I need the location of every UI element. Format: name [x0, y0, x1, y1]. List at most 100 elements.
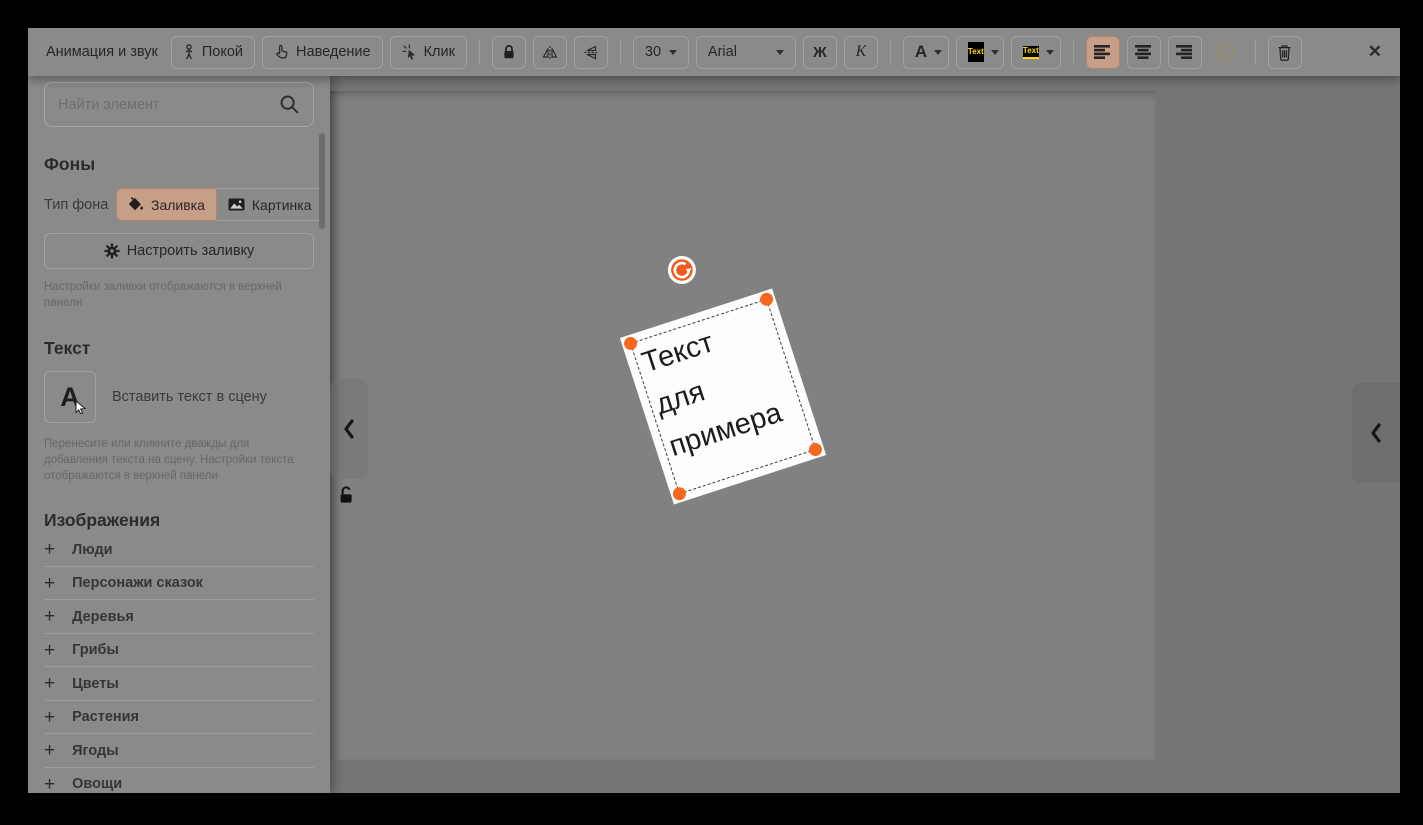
toolbar-separator [1255, 39, 1256, 65]
sidebar-scrollbar[interactable] [319, 133, 325, 229]
font-family-value: Arial [708, 44, 737, 60]
category-vegetables[interactable]: + Овощи [44, 768, 314, 793]
click-cursor-icon [402, 44, 417, 60]
plus-icon: + [44, 708, 55, 727]
text-color-button[interactable]: A [903, 36, 949, 69]
plus-icon: + [44, 574, 55, 593]
hand-pointer-icon [274, 44, 289, 60]
category-mushrooms[interactable]: + Грибы [44, 634, 314, 668]
background-type-row: Тип фона Заливка [44, 188, 314, 221]
bold-button[interactable]: Ж [803, 36, 837, 69]
image-categories-list: + Люди + Персонажи сказок + Деревья + Гр… [44, 533, 314, 793]
background-type-label: Тип фона [44, 197, 116, 213]
category-berries[interactable]: + Ягоды [44, 734, 314, 768]
resize-handle-top-left[interactable] [622, 335, 638, 351]
state-hover-button[interactable]: Наведение [262, 36, 383, 69]
chevron-down-icon [991, 50, 999, 55]
gear-icon [104, 243, 120, 259]
flip-horizontal-icon [542, 45, 558, 60]
state-rest-label: Покой [202, 44, 243, 60]
plus-icon: + [44, 674, 55, 693]
close-editor-button[interactable]: ✕ [1368, 42, 1382, 62]
smiley-icon [1215, 42, 1236, 63]
search-icon [279, 94, 300, 115]
state-click-label: Клик [424, 44, 455, 60]
image-type-label: Картинка [252, 197, 312, 213]
chevron-down-icon [1046, 50, 1054, 55]
images-heading: Изображения [44, 510, 314, 531]
background-type-segmented: Заливка Картинка [116, 188, 324, 221]
text-note: Перенесите или кликните дважды для добав… [44, 436, 314, 484]
unlock-icon[interactable] [338, 485, 355, 504]
insert-text-button[interactable]: A [44, 371, 96, 423]
state-click-button[interactable]: Клик [390, 36, 467, 69]
flip-horizontal-button[interactable] [533, 36, 567, 69]
toolbar-separator [1073, 39, 1074, 65]
align-center-icon [1135, 45, 1152, 59]
align-left-button[interactable] [1086, 36, 1120, 69]
category-plants[interactable]: + Растения [44, 701, 314, 735]
panel-title: Анимация и звук [46, 44, 158, 60]
font-size-value: 30 [645, 44, 661, 60]
toolbar: Анимация и звук Покой Наведение [28, 28, 1400, 76]
category-people[interactable]: + Люди [44, 533, 314, 567]
plus-icon: + [44, 540, 55, 559]
font-size-select[interactable]: 30 [633, 36, 689, 69]
emoji-button[interactable] [1209, 36, 1243, 69]
fill-type-label: Заливка [151, 197, 205, 213]
chevron-left-icon [342, 418, 356, 440]
insert-text-label: Вставить текст в сцену [112, 389, 267, 405]
align-right-icon [1176, 45, 1193, 59]
configure-fill-button[interactable]: Настроить заливку [44, 233, 314, 269]
align-center-button[interactable] [1127, 36, 1161, 69]
collapse-left-tab[interactable] [330, 379, 368, 479]
bold-glyph: Ж [813, 44, 827, 61]
align-left-icon [1094, 45, 1111, 59]
text-background-color-button[interactable]: Text [956, 36, 1004, 69]
category-trees[interactable]: + Деревья [44, 600, 314, 634]
search-box [44, 82, 314, 127]
backgrounds-heading: Фоны [44, 154, 314, 175]
resize-handle-bottom-left[interactable] [671, 486, 687, 502]
plus-icon: + [44, 775, 55, 793]
lock-icon [502, 44, 516, 60]
person-icon [183, 44, 195, 60]
trash-icon [1277, 44, 1292, 61]
flip-vertical-icon [583, 45, 599, 60]
font-family-select[interactable]: Arial [696, 36, 796, 69]
plus-icon: + [44, 607, 55, 626]
text-background-swatch: Text [968, 42, 984, 62]
search-input[interactable] [58, 97, 279, 113]
paint-bucket-icon [128, 197, 144, 212]
resize-handle-bottom-right[interactable] [807, 441, 823, 457]
italic-button[interactable]: K [844, 36, 878, 69]
align-right-button[interactable] [1168, 36, 1202, 69]
chevron-down-icon [934, 50, 942, 55]
text-heading: Текст [44, 338, 314, 359]
collapse-right-tab[interactable] [1352, 383, 1400, 483]
picture-icon [228, 198, 245, 211]
plus-icon: + [44, 741, 55, 760]
toolbar-separator [479, 39, 480, 65]
lock-button[interactable] [492, 36, 526, 69]
fill-type-button[interactable]: Заливка [116, 188, 217, 221]
state-rest-button[interactable]: Покой [171, 36, 255, 69]
elements-sidebar: Фоны Тип фона Заливка [28, 76, 330, 793]
text-highlight-color-button[interactable]: Text [1011, 36, 1061, 69]
image-type-button[interactable]: Картинка [217, 188, 324, 221]
category-fairy-tale-characters[interactable]: + Персонажи сказок [44, 567, 314, 601]
toolbar-separator [620, 39, 621, 65]
toolbar-separator [890, 39, 891, 65]
flip-vertical-button[interactable] [574, 36, 608, 69]
chevron-down-icon [776, 50, 784, 55]
category-flowers[interactable]: + Цветы [44, 667, 314, 701]
cursor-icon [75, 401, 87, 414]
plus-icon: + [44, 641, 55, 660]
chevron-down-icon [669, 50, 677, 55]
insert-text-row: A Вставить текст в сцену [44, 371, 314, 423]
close-icon: ✕ [1368, 42, 1382, 61]
configure-fill-label: Настроить заливку [127, 243, 255, 259]
canvas-area: Текст для примера [330, 76, 1400, 793]
fill-note: Настройки заливки отображаются в верхней… [44, 279, 314, 311]
delete-button[interactable] [1268, 36, 1302, 69]
